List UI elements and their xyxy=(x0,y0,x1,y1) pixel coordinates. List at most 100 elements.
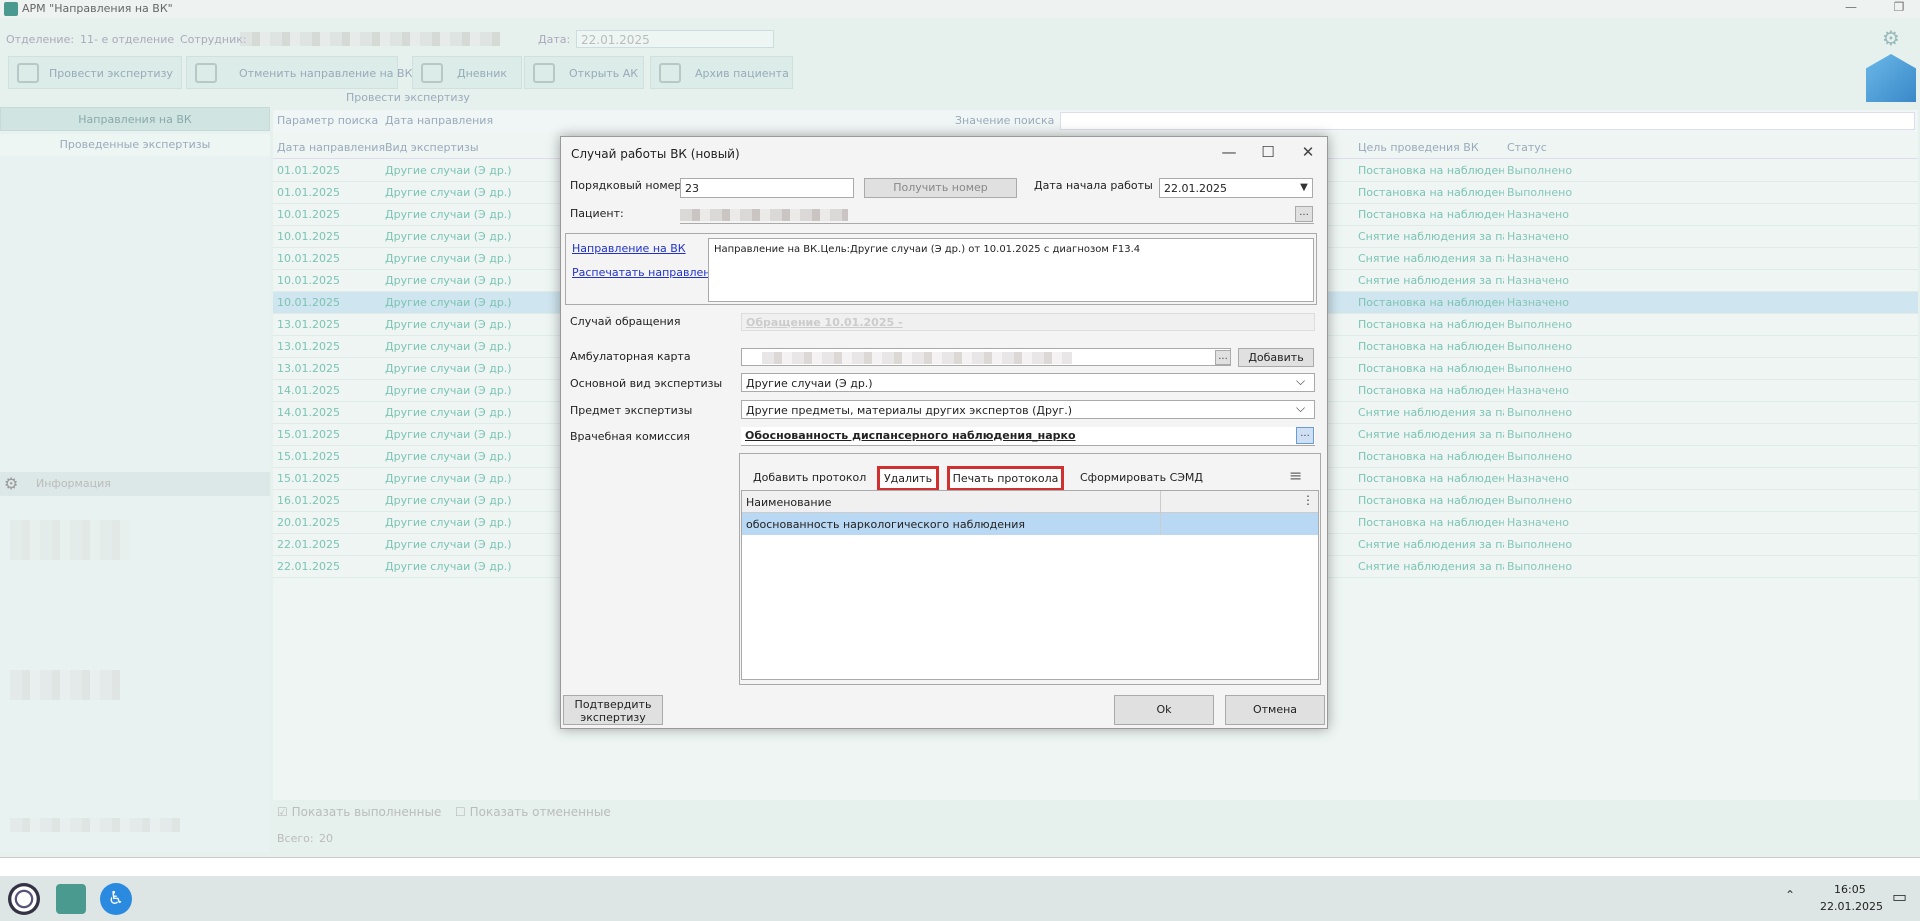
cell-goal: Постановка на наблюдени... xyxy=(1358,164,1504,177)
case-label: Случай обращения xyxy=(570,315,681,328)
ok-button[interactable]: Ok xyxy=(1114,695,1214,725)
conduct-expertise-label: Провести экспертизу xyxy=(49,67,173,80)
cell-goal: Снятие наблюдения за пац... xyxy=(1358,274,1504,287)
commission-select-button[interactable]: ... xyxy=(1296,427,1314,444)
cell-date: 20.01.2025 xyxy=(277,516,340,529)
start-date-input[interactable]: 22.01.2025 xyxy=(1159,178,1313,198)
cell-date: 14.01.2025 xyxy=(277,384,340,397)
minimize-icon[interactable]: — xyxy=(1836,0,1866,18)
delete-protocol-button[interactable]: Удалить xyxy=(877,466,939,491)
dialog-maximize-icon[interactable]: ☐ xyxy=(1253,141,1283,163)
amb-card-redacted xyxy=(762,352,1072,364)
start-menu-icon[interactable] xyxy=(8,883,40,915)
protocol-row-name: обоснованность наркологического наблюден… xyxy=(746,518,1025,531)
employee-value-redacted xyxy=(240,32,500,46)
kind-value: Другие случаи (Э др.) xyxy=(746,377,873,390)
cell-goal: Постановка на наблюдени... xyxy=(1358,362,1504,375)
cell-status: Выполнено xyxy=(1507,186,1573,199)
cancel-referral-icon xyxy=(195,63,217,83)
diary-button[interactable]: Дневник xyxy=(412,56,522,89)
tab-done-expertises[interactable]: Проведенные экспертизы xyxy=(0,134,270,156)
app-taskbar-icon[interactable] xyxy=(56,884,86,914)
settings-gear-icon[interactable]: ⚙ xyxy=(1882,26,1904,50)
print-protocol-button[interactable]: Печать протокола xyxy=(947,466,1064,491)
cell-goal: Постановка на наблюдени... xyxy=(1358,186,1504,199)
col-status[interactable]: Статус xyxy=(1507,137,1547,159)
protocol-row[interactable]: обоснованность наркологического наблюден… xyxy=(742,513,1318,535)
col-name-header[interactable]: Наименование xyxy=(746,496,831,509)
col-date[interactable]: Дата направления xyxy=(277,137,385,159)
form-semd-button[interactable]: Сформировать СЭМД xyxy=(1080,471,1203,484)
cell-date: 14.01.2025 xyxy=(277,406,340,419)
accessibility-icon[interactable]: ♿ xyxy=(100,883,132,915)
dialog-minimize-icon[interactable]: — xyxy=(1214,141,1244,163)
cell-status: Выполнено xyxy=(1507,406,1573,419)
referral-link[interactable]: Направление на ВК xyxy=(572,242,686,255)
add-protocol-button[interactable]: Добавить протокол xyxy=(753,471,866,484)
open-ak-icon xyxy=(533,63,555,83)
diary-label: Дневник xyxy=(457,67,508,80)
cell-goal: Снятие наблюдения за пац... xyxy=(1358,252,1504,265)
subject-select[interactable]: Другие предметы, материалы других экспер… xyxy=(741,400,1315,419)
notifications-icon[interactable]: ▭ xyxy=(1892,887,1907,906)
case-field: Обращение 10.01.2025 - xyxy=(741,313,1315,331)
cell-status: Назначено xyxy=(1507,296,1569,309)
cancel-button[interactable]: Отмена xyxy=(1225,695,1325,725)
tray-chevron-up-icon[interactable]: ⌃ xyxy=(1785,888,1795,902)
cell-date: 10.01.2025 xyxy=(277,208,340,221)
amb-card-field[interactable] xyxy=(741,348,1231,366)
info-panel-title: Информация xyxy=(36,477,111,490)
seq-input[interactable]: 23 xyxy=(680,178,854,198)
patient-underline xyxy=(680,223,1314,224)
menu-hamburger-icon[interactable]: ≡ xyxy=(1289,466,1302,485)
referral-box: Направление на ВК Распечатать направлени… xyxy=(565,233,1317,305)
cell-goal: Постановка на наблюдени... xyxy=(1358,516,1504,529)
search-bar: Параметр поиска Дата направления Значени… xyxy=(273,110,1918,132)
col-goal[interactable]: Цель проведения ВК xyxy=(1358,137,1479,159)
col-kind[interactable]: Вид экспертизы xyxy=(385,137,479,159)
cell-goal: Снятие наблюдения за пац... xyxy=(1358,406,1504,419)
conduct-expertise-button[interactable]: Провести экспертизу xyxy=(8,56,182,89)
expertise-icon xyxy=(17,63,39,83)
cell-status: Выполнено xyxy=(1507,494,1573,507)
col-divider xyxy=(1160,491,1161,513)
start-date-label: Дата начала работы xyxy=(1034,179,1153,192)
info-panel-header[interactable]: ⚙ Информация xyxy=(0,472,270,496)
cell-status: Назначено xyxy=(1507,274,1569,287)
restore-icon[interactable]: ❐ xyxy=(1884,0,1914,18)
cell-goal: Снятие наблюдения за пац... xyxy=(1358,538,1504,551)
open-ak-button[interactable]: Открыть АК xyxy=(524,56,644,89)
dialog-close-icon[interactable]: ✕ xyxy=(1293,141,1323,163)
clock-date[interactable]: 22.01.2025 xyxy=(1820,900,1883,913)
cell-goal: Постановка на наблюдени... xyxy=(1358,208,1504,221)
table-options-kebab-icon[interactable]: ⋮ xyxy=(1302,493,1314,507)
cancel-referral-button[interactable]: Отменить направление на ВК xyxy=(186,56,412,89)
window-title: АРМ "Направления на ВК" xyxy=(22,2,173,15)
search-param-select[interactable]: Дата направления xyxy=(385,110,493,132)
kind-select[interactable]: Другие случаи (Э др.) xyxy=(741,373,1315,392)
commission-field[interactable]: Обоснованность диспансерного наблюдения_… xyxy=(741,427,1315,446)
confirm-expertise-button[interactable]: Подтвердить экспертизу xyxy=(563,695,663,725)
show-canceled-checkbox[interactable]: ☐ Показать отмененные xyxy=(455,805,611,819)
mail-envelope-icon[interactable] xyxy=(1866,54,1916,102)
patient-select-button[interactable]: ... xyxy=(1295,206,1313,222)
clock-time[interactable]: 16:05 xyxy=(1834,883,1866,896)
total-label: Всего: xyxy=(277,832,314,845)
subject-value: Другие предметы, материалы других экспер… xyxy=(746,404,1073,417)
cell-date: 15.01.2025 xyxy=(277,472,340,485)
cell-date: 15.01.2025 xyxy=(277,428,340,441)
search-value-input[interactable] xyxy=(1060,112,1915,130)
show-done-checkbox[interactable]: ☑ Показать выполненные xyxy=(277,805,441,819)
tab-referrals[interactable]: Направления на ВК xyxy=(0,107,270,131)
print-referral-link[interactable]: Распечатать направление xyxy=(572,266,724,279)
start-date-dropdown-icon[interactable]: ▼ xyxy=(1296,179,1312,197)
patient-archive-button[interactable]: Архив пациента xyxy=(650,56,793,89)
amb-card-select-button[interactable]: ... xyxy=(1215,350,1231,365)
add-amb-card-button[interactable]: Добавить xyxy=(1238,348,1314,367)
cell-status: Выполнено xyxy=(1507,318,1573,331)
dialog-title: Случай работы ВК (новый) xyxy=(571,147,740,161)
get-number-button[interactable]: Получить номер xyxy=(864,178,1017,198)
date-field[interactable]: 22.01.2025 xyxy=(576,30,774,48)
date-label: Дата: xyxy=(538,33,571,46)
cell-goal: Постановка на наблюдени... xyxy=(1358,296,1504,309)
